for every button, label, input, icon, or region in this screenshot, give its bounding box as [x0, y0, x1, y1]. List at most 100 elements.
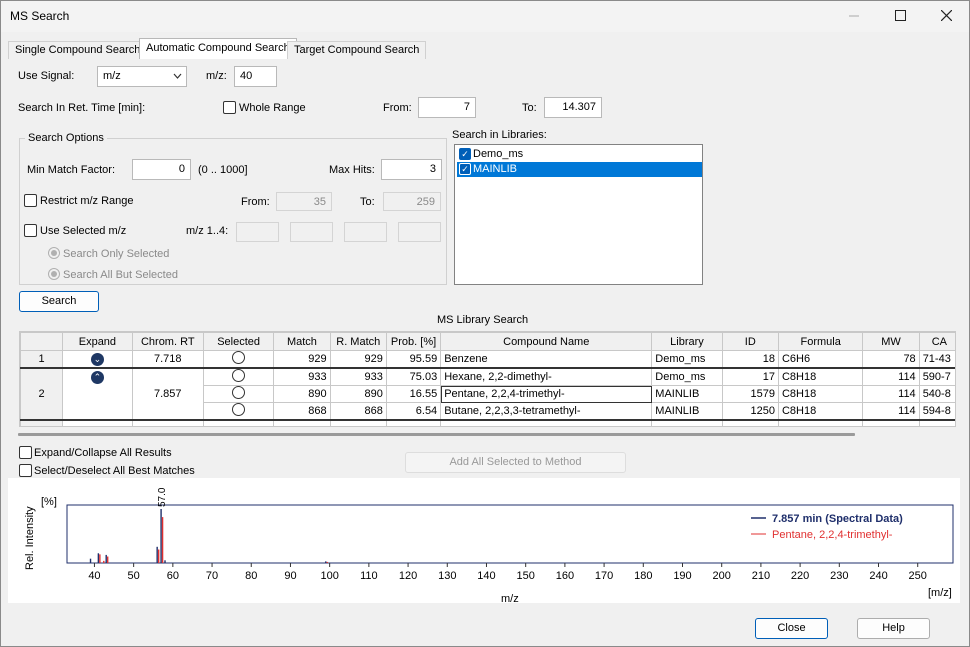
- match-cell: 890: [273, 385, 331, 403]
- expand-collapse-checkbox[interactable]: [19, 446, 32, 459]
- maximize-icon[interactable]: [877, 1, 923, 32]
- compound-name-cell: Benzene: [440, 350, 653, 369]
- x-tick-label: 190: [673, 570, 691, 582]
- mw-cell: 114: [862, 367, 920, 386]
- prob-cell: 95.59: [385, 350, 442, 369]
- table-row[interactable]: 2 ⌃ 7.857 933 933 75.03 Hexane, 2,2-dime…: [20, 367, 955, 421]
- col-selected[interactable]: Selected: [202, 332, 275, 351]
- horizontal-scrollbar-thumb[interactable]: [18, 433, 855, 436]
- select-radio[interactable]: [232, 351, 246, 364]
- whole-range-checkbox[interactable]: [223, 101, 236, 114]
- close-button[interactable]: Close: [755, 618, 828, 639]
- compound-name-cell[interactable]: Pentane, 2,2,4-trimethyl-: [440, 385, 653, 403]
- col-chrom-rt[interactable]: Chrom. RT: [131, 332, 204, 351]
- use-selected-mz-checkbox[interactable]: [24, 224, 37, 237]
- ret-to-input[interactable]: 14.307: [544, 97, 602, 118]
- signal-select[interactable]: m/z: [97, 66, 187, 87]
- selected-cell[interactable]: [202, 367, 275, 386]
- check-icon[interactable]: ✓: [459, 148, 471, 160]
- library-item-demo-ms[interactable]: ✓ Demo_ms: [457, 147, 702, 162]
- check-icon[interactable]: ✓: [459, 163, 471, 175]
- row-index: 2: [20, 367, 64, 421]
- min-match-range-hint: (0 .. 1000]: [198, 164, 248, 176]
- library-name: Demo_ms: [473, 148, 524, 160]
- col-cas[interactable]: CA: [918, 332, 955, 351]
- x-tick-label: 120: [399, 570, 417, 582]
- table-row[interactable]: 1 ⌄ 7.718 929 929 95.59 Benzene Demo_ms …: [20, 350, 955, 369]
- x-tick-label: 170: [595, 570, 613, 582]
- tab-single-compound-search[interactable]: Single Compound Search: [8, 41, 148, 59]
- r-match-cell: 929: [329, 350, 387, 369]
- search-button[interactable]: Search: [19, 291, 99, 312]
- col-formula[interactable]: Formula: [777, 332, 864, 351]
- min-match-input[interactable]: 0: [132, 159, 191, 180]
- x-axis-label: m/z: [501, 593, 519, 603]
- col-prob[interactable]: Prob. [%]: [385, 332, 442, 351]
- col-compound-name[interactable]: Compound Name: [440, 332, 653, 351]
- tab-target-compound-search[interactable]: Target Compound Search: [287, 41, 427, 59]
- select-radio[interactable]: [232, 369, 246, 382]
- prob-cell: 75.03: [385, 367, 442, 386]
- x-tick-label: 160: [556, 570, 574, 582]
- restrict-mz-checkbox[interactable]: [24, 194, 37, 207]
- col-mw[interactable]: MW: [862, 332, 920, 351]
- col-r-match[interactable]: R. Match: [329, 332, 387, 351]
- select-best-checkbox[interactable]: [19, 464, 32, 477]
- select-radio[interactable]: [232, 386, 246, 399]
- y-unit-label: [%]: [41, 496, 57, 508]
- max-hits-input[interactable]: 3: [381, 159, 442, 180]
- ret-from-input[interactable]: 7: [418, 97, 476, 118]
- search-only-selected-radio[interactable]: [48, 247, 60, 259]
- mz-input[interactable]: 40: [234, 66, 277, 87]
- legend-pentane: Pentane, 2,2,4-trimethyl-: [772, 529, 893, 541]
- x-tick-label: 210: [752, 570, 770, 582]
- selected-cell[interactable]: [202, 350, 275, 369]
- restrict-to-input[interactable]: 259: [383, 192, 441, 211]
- id-cell: 18: [721, 350, 779, 369]
- mw-cell: 114: [862, 402, 920, 421]
- selected-cell[interactable]: [202, 402, 275, 421]
- spectrum-svg: [%] Rel. Intensity m/z [m/z] 40 50 60 70 80 9…: [24, 487, 954, 605]
- col-match[interactable]: Match: [273, 332, 331, 351]
- col-library[interactable]: Library: [651, 332, 723, 351]
- close-icon[interactable]: [923, 1, 969, 32]
- x-tick-label: 150: [517, 570, 535, 582]
- col-id[interactable]: ID: [721, 332, 779, 351]
- signal-value: m/z: [103, 70, 121, 82]
- cas-cell: 590-7: [918, 367, 955, 386]
- minimize-icon[interactable]: [831, 1, 877, 32]
- expand-cell[interactable]: ⌃: [62, 367, 133, 421]
- x-tick-label: 200: [713, 570, 731, 582]
- table-row[interactable]: [20, 419, 955, 426]
- chevron-up-icon[interactable]: ⌃: [90, 371, 104, 384]
- mz3-input[interactable]: [344, 222, 387, 242]
- r-match-cell: 868: [329, 402, 387, 421]
- search-all-but-selected-radio[interactable]: [48, 268, 60, 280]
- expand-cell[interactable]: ⌄: [62, 350, 133, 369]
- x-tick-label: 70: [206, 570, 218, 582]
- mz2-input[interactable]: [290, 222, 333, 242]
- y-axis-label: Rel. Intensity: [24, 506, 36, 570]
- row-header-corner: [20, 332, 64, 351]
- search-only-selected-label: Search Only Selected: [63, 248, 170, 260]
- formula-cell: C8H18: [777, 367, 864, 386]
- library-item-mainlib[interactable]: ✓ MAINLIB: [457, 162, 702, 177]
- peak-annotation: 57.0: [157, 487, 168, 507]
- compound-name-cell: Hexane, 2,2-dimethyl-: [440, 367, 653, 386]
- help-button[interactable]: Help: [857, 618, 930, 639]
- x-tick-label: 40: [88, 570, 100, 582]
- mz4-input[interactable]: [398, 222, 441, 242]
- mz1-input[interactable]: [236, 222, 279, 242]
- tab-automatic-compound-search[interactable]: Automatic Compound Search: [139, 38, 297, 59]
- col-expand[interactable]: Expand: [62, 332, 133, 351]
- restrict-from-input[interactable]: 35: [276, 192, 332, 211]
- select-radio[interactable]: [232, 403, 246, 416]
- use-signal-label: Use Signal:: [18, 70, 75, 82]
- ret-time-label: Search In Ret. Time [min]:: [18, 102, 146, 114]
- cas-cell: 71-43: [918, 350, 955, 369]
- add-selected-to-method-button[interactable]: Add All Selected to Method: [405, 452, 626, 473]
- formula-cell: C6H6: [777, 350, 864, 369]
- selected-cell[interactable]: [202, 385, 275, 403]
- legend-spectral: 7.857 min (Spectral Data): [772, 513, 903, 525]
- chevron-down-icon[interactable]: ⌄: [90, 352, 104, 366]
